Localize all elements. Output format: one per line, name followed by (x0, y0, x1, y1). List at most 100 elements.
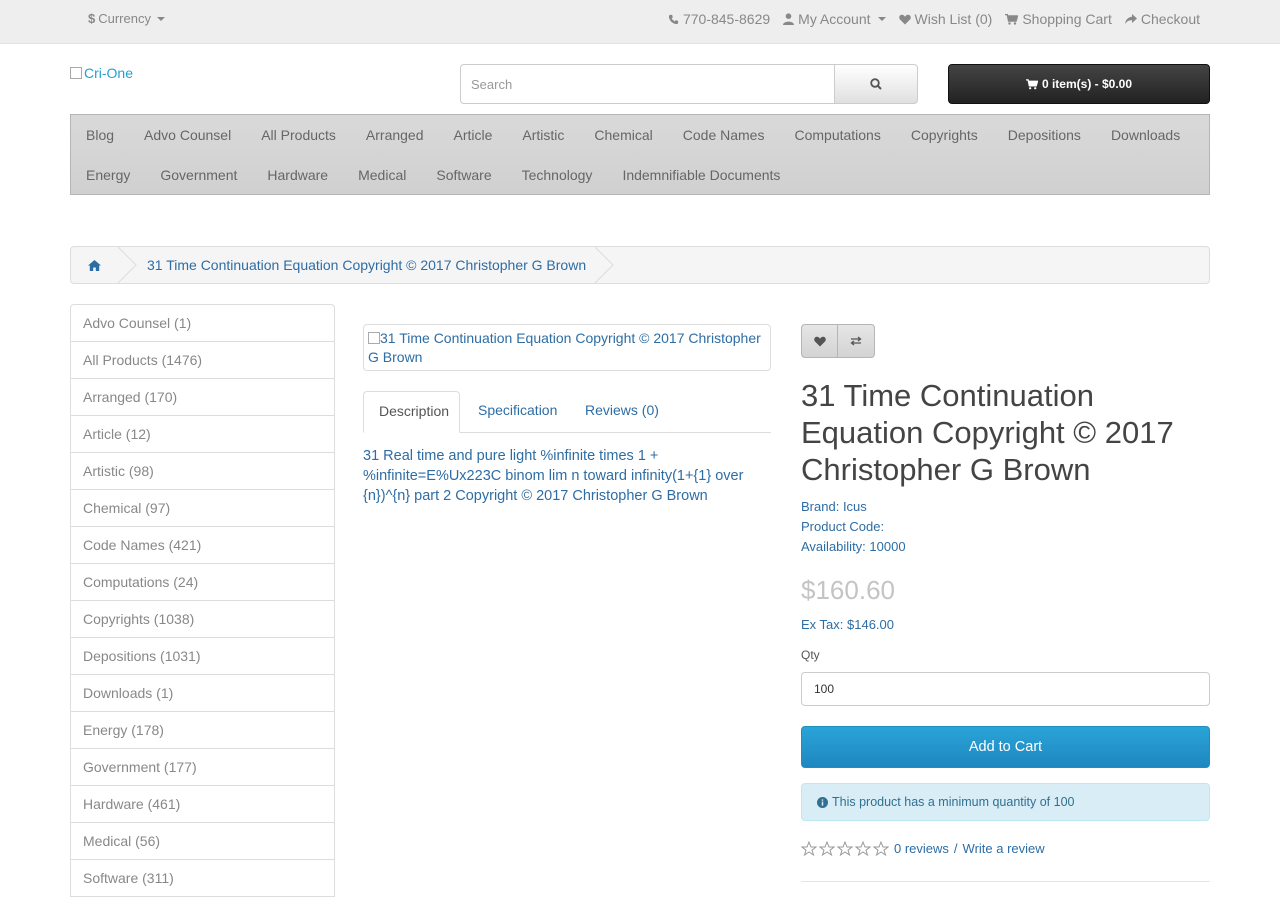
star-empty-icon (855, 841, 871, 856)
heart-icon (813, 336, 826, 346)
menu-item[interactable]: Arranged (351, 127, 439, 143)
sidebar-item[interactable]: Energy (178) (71, 712, 334, 749)
phone-number: 770-845-8629 (682, 11, 771, 27)
top-bar: $ Currency 770-845-8629 My Account Wish … (0, 0, 1280, 44)
brand-link[interactable]: Icus (843, 499, 867, 514)
menu-item[interactable]: Indemnifiable Documents (607, 167, 795, 183)
menu-item[interactable]: Computations (779, 127, 895, 143)
menu-item[interactable]: Downloads (1096, 127, 1195, 143)
cart-icon (1005, 13, 1019, 25)
add-to-wishlist-button[interactable] (801, 324, 838, 358)
sidebar-item[interactable]: Arranged (170) (71, 379, 334, 416)
sidebar-item[interactable]: Depositions (1031) (71, 638, 334, 675)
tab-specification[interactable]: Specification (463, 391, 572, 432)
menu-item[interactable]: Advo Counsel (129, 127, 246, 143)
sidebar-item[interactable]: Code Names (421) (71, 527, 334, 564)
my-account-dropdown[interactable]: My Account (783, 11, 886, 27)
sidebar-item[interactable]: Copyrights (1038) (71, 601, 334, 638)
main-menu: Blog Advo Counsel All Products Arranged … (70, 114, 1210, 195)
menu-item[interactable]: Chemical (579, 127, 667, 143)
menu-item[interactable]: Government (145, 167, 252, 183)
add-to-cart-button[interactable]: Add to Cart (801, 726, 1210, 768)
star-empty-icon (837, 841, 853, 856)
sidebar-item[interactable]: Artistic (98) (71, 453, 334, 490)
sidebar-item[interactable]: All Products (1476) (71, 342, 334, 379)
broken-image-icon (70, 67, 82, 79)
menu-item[interactable]: Copyrights (896, 127, 993, 143)
search-input[interactable] (460, 64, 835, 104)
ex-tax-price: Ex Tax: $146.00 (801, 617, 894, 632)
product-brand-row: Brand: Icus (801, 497, 906, 517)
breadcrumb-current[interactable]: 31 Time Continuation Equation Copyright … (139, 257, 594, 273)
sidebar-item[interactable]: Computations (24) (71, 564, 334, 601)
wish-list-label: Wish List (0) (914, 11, 993, 27)
menu-item[interactable]: Blog (71, 127, 129, 143)
menu-item[interactable]: Code Names (668, 127, 780, 143)
write-review-link[interactable]: Write a review (963, 841, 1045, 856)
min-quantity-alert: This product has a minimum quantity of 1… (801, 783, 1210, 821)
site-logo[interactable]: Cri-One (70, 65, 133, 81)
quantity-input[interactable] (801, 672, 1210, 706)
menu-item[interactable]: All Products (246, 127, 351, 143)
tab-description[interactable]: Description (363, 391, 460, 433)
info-circle-icon (817, 796, 828, 808)
product-title: 31 Time Continuation Equation Copyright … (801, 378, 1174, 487)
review-separator: / (953, 841, 958, 856)
product-price: $160.60 (801, 575, 895, 605)
menu-item[interactable]: Artistic (507, 127, 579, 143)
breadcrumb-home[interactable] (71, 247, 117, 283)
breadcrumb: 31 Time Continuation Equation Copyright … (70, 246, 1210, 284)
search-icon (870, 78, 882, 90)
currency-symbol: $ (88, 11, 96, 26)
menu-item[interactable]: Depositions (993, 127, 1096, 143)
sidebar-item[interactable]: Advo Counsel (1) (71, 305, 334, 342)
sidebar-item[interactable]: Article (12) (71, 416, 334, 453)
search-button[interactable] (834, 64, 918, 104)
category-sidebar: Advo Counsel (1) All Products (1476) Arr… (70, 304, 335, 897)
product-image[interactable]: 31 Time Continuation Equation Copyright … (363, 324, 771, 371)
availability-label: Availability: (801, 539, 866, 554)
compare-button[interactable] (838, 324, 875, 358)
availability-row: Availability: 10000 (801, 537, 906, 557)
product-code-label: Product Code: (801, 519, 885, 534)
cart-button[interactable]: 0 item(s) - $0.00 (948, 64, 1210, 104)
reviews-count-link[interactable]: 0 reviews (894, 841, 949, 856)
menu-item[interactable]: Medical (343, 167, 421, 183)
product-action-buttons (801, 324, 875, 358)
wish-list-link[interactable]: Wish List (0) (898, 11, 993, 27)
product-tabs: Description Specification Reviews (0) (363, 391, 771, 433)
user-icon (783, 13, 795, 25)
phone-link[interactable]: 770-845-8629 (668, 11, 770, 27)
menu-item[interactable]: Technology (507, 167, 608, 183)
sidebar-item[interactable]: Chemical (97) (71, 490, 334, 527)
phone-icon (668, 14, 679, 24)
chevron-down-icon (877, 17, 886, 21)
menu-item[interactable]: Software (421, 167, 506, 183)
broken-image-icon (368, 332, 380, 344)
sidebar-item[interactable]: Government (177) (71, 749, 334, 786)
heart-icon (898, 14, 911, 24)
sidebar-item[interactable]: Medical (56) (71, 823, 334, 860)
sidebar-item[interactable]: Software (311) (71, 860, 334, 897)
divider (801, 881, 1210, 882)
top-nav: 770-845-8629 My Account Wish List (0) Sh… (668, 11, 1200, 27)
menu-item[interactable]: Article (439, 127, 508, 143)
menu-item[interactable]: Hardware (252, 167, 343, 183)
menu-item[interactable]: Energy (71, 167, 145, 183)
breadcrumb-separator-icon (117, 247, 137, 283)
brand-label: Brand: (801, 499, 840, 514)
cart-summary: 0 item(s) - $0.00 (1041, 77, 1133, 91)
checkout-link[interactable]: Checkout (1124, 11, 1200, 27)
menu-row-2: Energy Government Hardware Medical Softw… (71, 167, 795, 183)
home-icon (87, 259, 101, 271)
currency-dropdown[interactable]: $ Currency (88, 11, 165, 26)
shopping-cart-link[interactable]: Shopping Cart (1005, 11, 1112, 27)
availability-value: 10000 (869, 539, 906, 554)
exchange-icon (850, 336, 862, 346)
star-empty-icon (819, 841, 835, 856)
sidebar-item[interactable]: Downloads (1) (71, 675, 334, 712)
sidebar-item[interactable]: Hardware (461) (71, 786, 334, 823)
tab-reviews[interactable]: Reviews (0) (570, 391, 674, 432)
logo-alt-text: Cri-One (84, 65, 134, 81)
star-empty-icon (873, 841, 889, 856)
